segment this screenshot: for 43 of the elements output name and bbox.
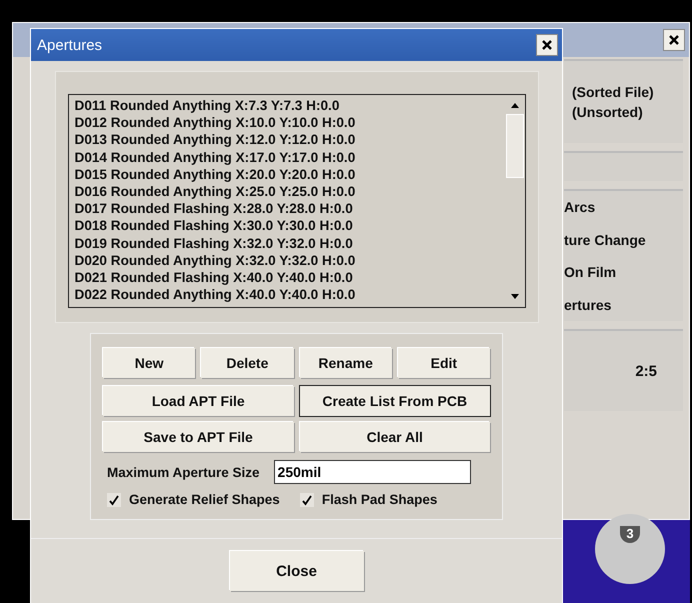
close-button[interactable] <box>536 34 558 56</box>
action-button[interactable]: Edit <box>398 348 490 378</box>
option-label: ertures <box>564 296 612 313</box>
field-label: Maximum Aperture Size <box>107 464 260 480</box>
ratio-label: 2:5 <box>635 362 657 380</box>
action-button[interactable]: Load APT File <box>103 386 294 416</box>
action-button[interactable]: New <box>103 348 196 378</box>
close-icon <box>669 35 679 45</box>
scroll-thumb[interactable] <box>506 114 524 178</box>
window-title: Apertures <box>37 36 102 54</box>
list-item[interactable]: D014 Rounded Anything X:17.0 Y:17.0 H:0.0 <box>74 148 498 166</box>
checkbox-label: Generate Relief Shapes <box>129 492 280 507</box>
option-label: (Unsorted) <box>572 104 644 120</box>
list-item[interactable]: D018 Rounded Flashing X:30.0 Y:30.0 H:0.0 <box>74 217 498 235</box>
option-label: ture Change <box>564 232 647 248</box>
list-item[interactable]: D022 Rounded Anything X:40.0 Y:40.0 H:0.0 <box>74 286 498 304</box>
scroll-down-icon[interactable] <box>510 294 518 299</box>
input-field[interactable]: 250mil <box>274 460 471 484</box>
close-button[interactable] <box>663 29 685 51</box>
action-button[interactable]: Clear All <box>300 422 490 452</box>
list-item[interactable]: D017 Rounded Flashing X:28.0 Y:28.0 H:0.0 <box>74 200 498 218</box>
list-item[interactable]: D016 Rounded Anything X:25.0 Y:25.0 H:0.0 <box>74 183 498 200</box>
option-label: Arcs <box>564 199 596 216</box>
close-button[interactable]: Close <box>230 551 364 591</box>
list-item[interactable]: D011 Rounded Anything X:7.3 Y:7.3 H:0.0 <box>74 97 498 114</box>
action-button[interactable]: Create List From PCB <box>300 386 490 416</box>
scroll-up-icon[interactable] <box>510 103 518 108</box>
list-item[interactable]: D020 Rounded Anything X:32.0 Y:32.0 H:0.0 <box>74 252 498 270</box>
list-item[interactable]: D019 Rounded Flashing X:32.0 Y:32.0 H:0.0 <box>74 234 498 252</box>
action-button[interactable]: Rename <box>300 348 392 378</box>
action-button[interactable]: Save to APT File <box>103 422 294 452</box>
list-item[interactable]: D021 Rounded Flashing X:40.0 Y:40.0 H:0.0 <box>74 269 498 286</box>
checkbox-label: Flash Pad Shapes <box>322 492 438 507</box>
close-icon <box>542 40 552 50</box>
action-button[interactable]: Delete <box>201 348 294 378</box>
number-label: 3 <box>620 526 640 543</box>
option-label: On Film <box>564 264 618 280</box>
list-item[interactable]: D015 Rounded Anything X:20.0 Y:20.0 H:0.0 <box>74 166 498 184</box>
checkbox[interactable] <box>107 492 121 506</box>
option-label: (Sorted File) <box>572 84 655 100</box>
checkbox[interactable] <box>300 492 314 506</box>
list-item[interactable]: D012 Rounded Anything X:10.0 Y:10.0 H:0.0 <box>74 114 498 132</box>
list-item[interactable]: D013 Rounded Anything X:12.0 Y:12.0 H:0.0 <box>74 131 498 149</box>
